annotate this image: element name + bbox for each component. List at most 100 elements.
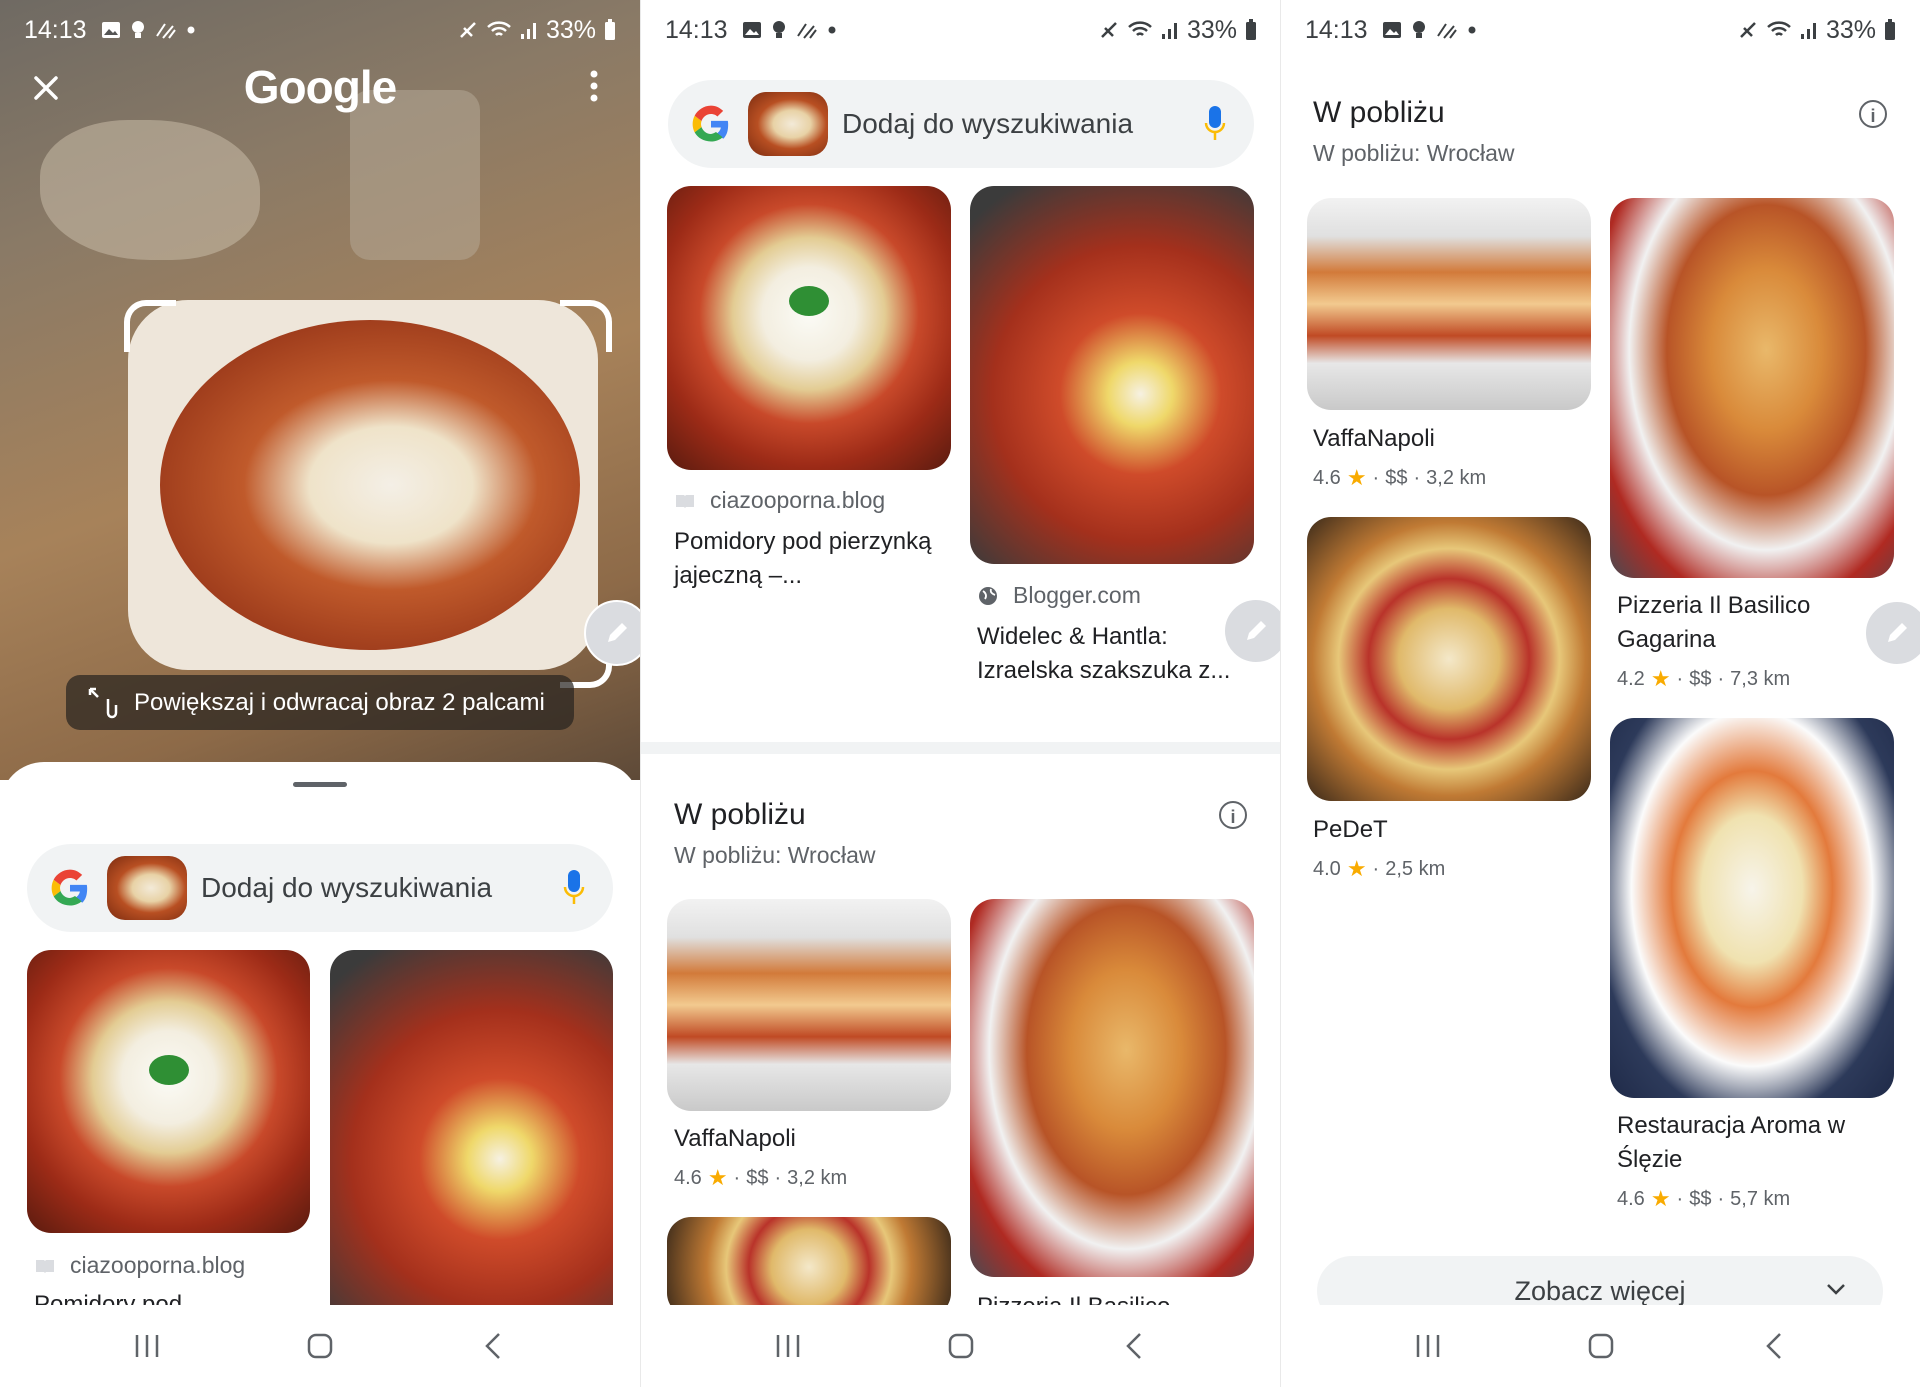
mic-icon[interactable] [563, 869, 585, 907]
back-icon [1126, 1333, 1142, 1359]
place-image[interactable] [667, 1217, 951, 1317]
crop-corner-top-left[interactable] [124, 300, 176, 352]
camera-preview[interactable] [0, 0, 640, 780]
star-icon: ★ [1650, 666, 1671, 691]
home-button[interactable] [1571, 1326, 1631, 1366]
signal-icon [520, 23, 536, 39]
more-vert-icon[interactable] [586, 66, 602, 106]
distance: 5,7 km [1730, 1187, 1791, 1210]
result-source-name: Blogger.com [1013, 582, 1141, 608]
crop-corner-top-right[interactable] [560, 300, 612, 352]
back-button[interactable] [1104, 1326, 1164, 1366]
separator-dot: · [1676, 667, 1684, 690]
info-icon[interactable]: i [1859, 100, 1887, 128]
nearby-title: W pobliżu [674, 798, 806, 831]
pencil-icon [1247, 621, 1266, 640]
search-image-thumbnail[interactable] [748, 92, 828, 156]
place-image[interactable] [667, 899, 951, 1111]
wifi-icon [1128, 21, 1152, 36]
result-source[interactable]: ciazooporna.blog [674, 487, 885, 514]
background-bread [40, 120, 260, 260]
place-image[interactable] [1610, 718, 1894, 1098]
place-name[interactable]: Restauracja Aroma w Ślęzie [1617, 1109, 1877, 1177]
search-image-thumbnail[interactable] [107, 856, 187, 920]
book-icon [676, 494, 694, 508]
back-button[interactable] [1744, 1326, 1804, 1366]
home-button[interactable] [931, 1326, 991, 1366]
result-image[interactable] [27, 950, 310, 1233]
place-image[interactable] [1307, 198, 1591, 410]
status-bar: 14:13 33% [1281, 0, 1920, 60]
price-level: $$ [746, 1166, 769, 1189]
separator-dot: · [733, 1166, 741, 1189]
rating-value: 4.0 [1313, 857, 1341, 880]
edit-button[interactable] [1864, 600, 1920, 666]
recents-icon [1416, 1335, 1439, 1357]
recents-button[interactable] [758, 1326, 818, 1366]
search-bar[interactable]: Dodaj do wyszukiwania [27, 844, 613, 932]
sheet-drag-handle[interactable] [293, 782, 347, 787]
separator-dot: · [1413, 466, 1421, 489]
background-glass [350, 90, 480, 260]
status-bar: 14:13 33% [0, 0, 640, 60]
mute-icon [1101, 22, 1117, 38]
place-rating: 4.6 ★ · $$ · 5,7 km [1617, 1186, 1790, 1212]
result-image[interactable] [667, 186, 951, 470]
back-button[interactable] [463, 1326, 523, 1366]
star-icon: ★ [1650, 1186, 1671, 1211]
distance: 2,5 km [1385, 857, 1446, 880]
result-title[interactable]: Widelec & Hantla: Izraelska szakszuka z.… [977, 620, 1247, 688]
gallery-icon [1382, 22, 1401, 38]
panel-lens-camera: 14:13 33% Google Powiększaj i odwracaj o… [0, 0, 640, 1387]
data-saver-icon [796, 23, 817, 39]
battery-percent: 33% [545, 15, 596, 44]
place-name[interactable]: VaffaNapoli [1313, 422, 1435, 456]
status-bar: 14:13 33% [641, 0, 1281, 60]
home-button[interactable] [290, 1326, 350, 1366]
battery-percent: 33% [1186, 15, 1237, 44]
place-rating: 4.6 ★ · $$ · 3,2 km [1313, 465, 1486, 491]
shakshuka-photo [160, 320, 580, 650]
info-icon[interactable]: i [1219, 801, 1247, 829]
recents-button[interactable] [117, 1326, 177, 1366]
panel-nearby: 14:13 33% W pobliżu W pobliżu: Wrocław i… [1281, 0, 1920, 1387]
mic-icon[interactable] [1204, 105, 1226, 143]
edit-button[interactable] [1223, 598, 1281, 664]
place-image[interactable] [1307, 517, 1591, 801]
bulb-icon [131, 21, 144, 38]
result-source[interactable]: ciazooporna.blog [34, 1252, 245, 1279]
pinch-zoom-icon [88, 687, 118, 718]
status-time: 14:13 [1305, 15, 1368, 44]
recents-icon [776, 1335, 799, 1357]
back-icon [1765, 1333, 1781, 1359]
result-image[interactable] [970, 186, 1254, 564]
search-bar[interactable]: Dodaj do wyszukiwania [668, 80, 1254, 168]
bulb-icon [772, 21, 785, 38]
recents-button[interactable] [1398, 1326, 1458, 1366]
results-sheet[interactable]: Dodaj do wyszukiwania ciazooporna.blog P… [0, 762, 640, 1387]
wifi-icon [487, 21, 511, 36]
gesture-hint: Powiększaj i odwracaj obraz 2 palcami [66, 675, 574, 730]
result-source[interactable]: Blogger.com [977, 582, 1141, 609]
nearby-title: W pobliżu [1313, 96, 1445, 129]
place-name[interactable]: PeDeT [1313, 813, 1388, 847]
result-source-name: ciazooporna.blog [70, 1252, 246, 1278]
place-image[interactable] [970, 899, 1254, 1277]
section-divider [641, 742, 1281, 754]
result-image[interactable] [330, 950, 613, 1330]
home-icon [948, 1333, 974, 1359]
place-name[interactable]: VaffaNapoli [674, 1122, 796, 1156]
home-icon [1588, 1333, 1613, 1359]
android-nav-bar [641, 1305, 1281, 1387]
distance: 3,2 km [787, 1166, 848, 1189]
price-level: $$ [1689, 667, 1712, 690]
gallery-icon [101, 22, 120, 38]
pencil-icon [608, 623, 627, 642]
place-image[interactable] [1610, 198, 1894, 578]
result-title[interactable]: Pomidory pod pierzynką jajeczną –... [674, 525, 944, 593]
signal-icon [1800, 23, 1816, 39]
star-icon: ★ [1346, 465, 1367, 490]
place-name[interactable]: Pizzeria Il Basilico Gagarina [1617, 589, 1867, 657]
android-nav-bar [0, 1305, 640, 1387]
distance: 7,3 km [1730, 667, 1791, 690]
